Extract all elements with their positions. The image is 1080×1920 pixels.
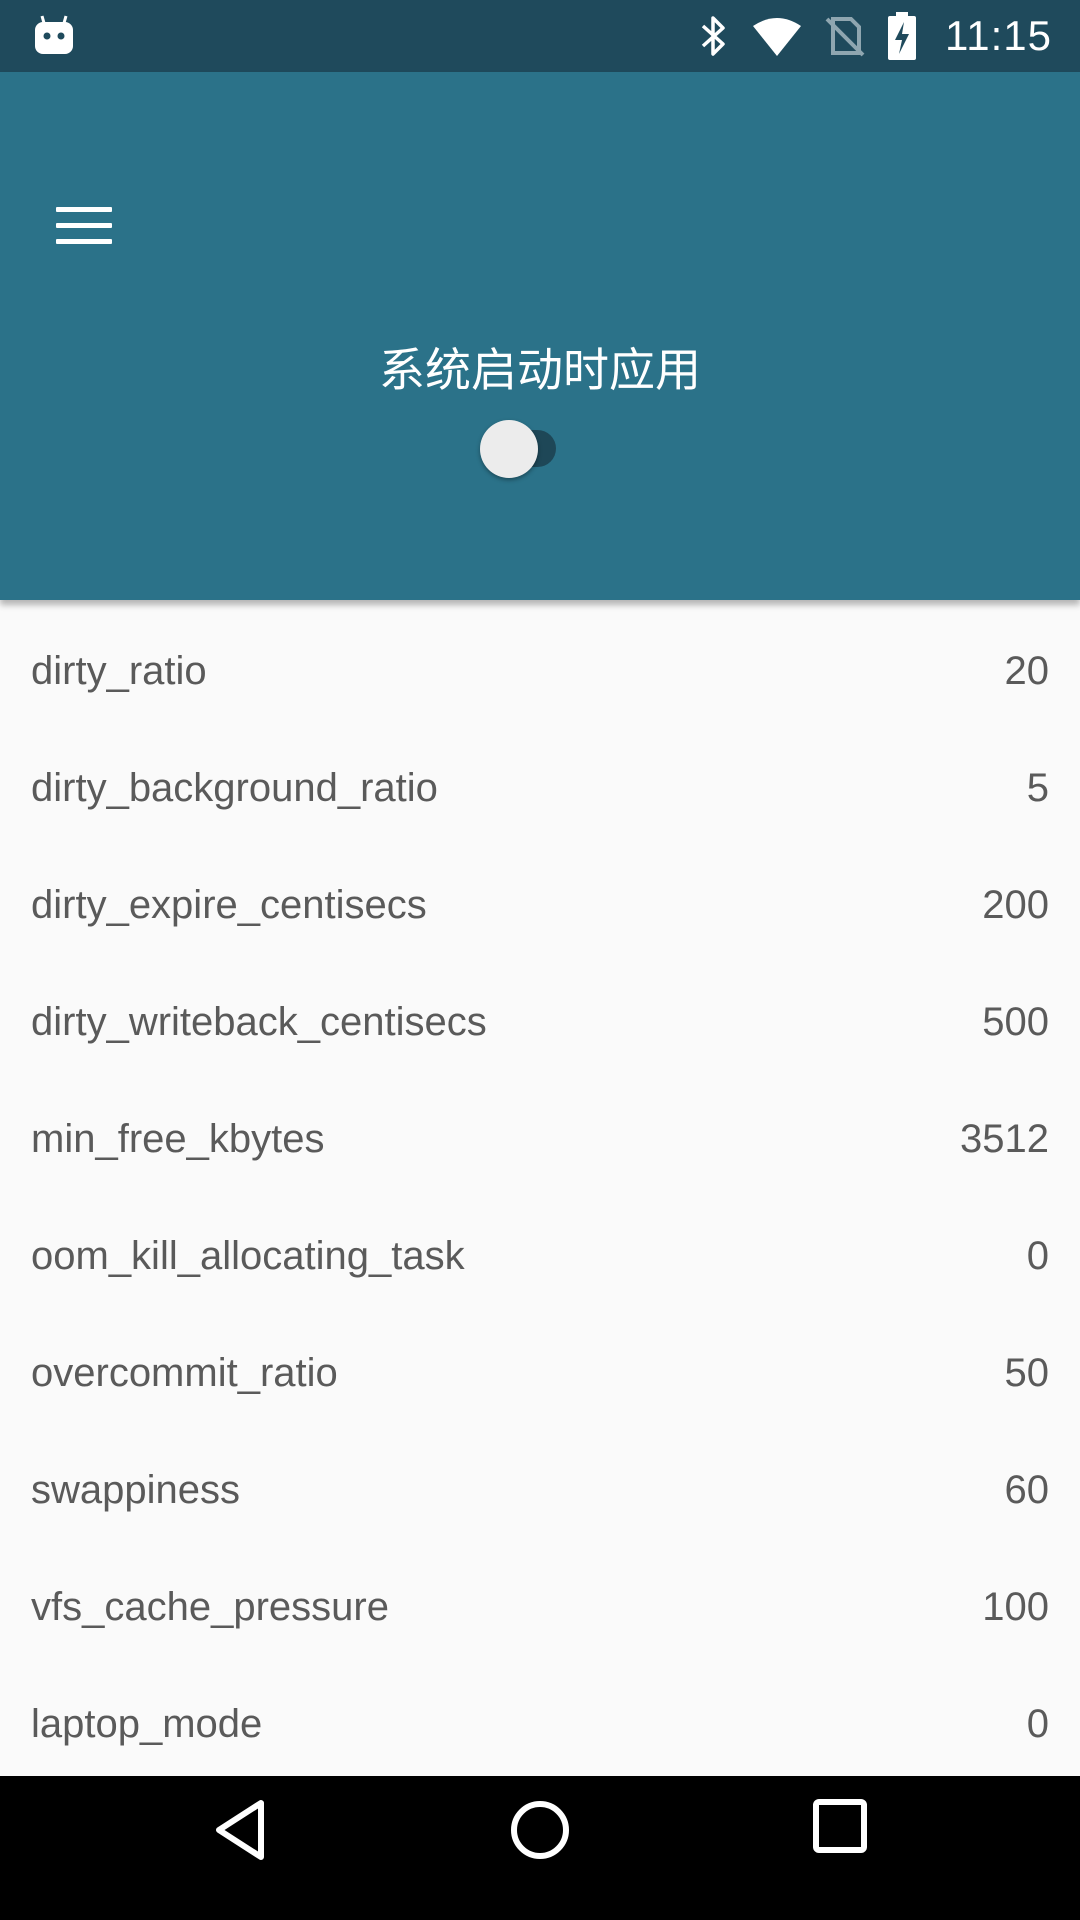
param-name: dirty_expire_centisecs [31, 883, 427, 927]
status-bar: 11:15 [0, 0, 1080, 72]
list-item[interactable]: overcommit_ratio 50 [0, 1315, 1080, 1432]
param-value: 0 [1026, 1234, 1049, 1278]
battery-charging-icon [888, 12, 916, 60]
param-value: 60 [1004, 1468, 1050, 1512]
param-name: oom_kill_allocating_task [31, 1234, 465, 1278]
home-button[interactable] [480, 1798, 600, 1898]
param-name: dirty_writeback_centisecs [31, 1000, 487, 1044]
hamburger-menu-icon-line [56, 207, 112, 212]
list-item[interactable]: min_free_kbytes 3512 [0, 1081, 1080, 1198]
list-item[interactable]: dirty_ratio 20 [0, 613, 1080, 730]
param-name: laptop_mode [31, 1702, 263, 1746]
param-name: vfs_cache_pressure [31, 1585, 389, 1629]
param-name: swappiness [31, 1468, 241, 1512]
list-item[interactable]: dirty_expire_centisecs 200 [0, 847, 1080, 964]
param-value: 20 [1004, 649, 1050, 693]
param-name: min_free_kbytes [31, 1117, 325, 1161]
vm-params-list: dirty_ratio 20 dirty_background_ratio 5 … [0, 600, 1080, 1776]
param-name: dirty_ratio [31, 649, 207, 693]
param-value: 500 [982, 1000, 1049, 1044]
home-icon [511, 1801, 569, 1859]
bluetooth-icon [701, 16, 725, 56]
recents-button[interactable] [780, 1798, 900, 1898]
list-item[interactable]: laptop_mode 0 [0, 1666, 1080, 1776]
back-button[interactable] [181, 1798, 301, 1898]
list-item[interactable]: vfs_cache_pressure 100 [0, 1549, 1080, 1666]
back-icon [216, 1800, 264, 1860]
recents-icon [813, 1799, 867, 1853]
apply-on-boot-toggle[interactable] [480, 410, 576, 478]
param-value: 0 [1026, 1702, 1049, 1746]
navigation-bar [0, 1776, 1080, 1920]
menu-button[interactable] [36, 182, 132, 272]
param-name: overcommit_ratio [31, 1351, 338, 1395]
hamburger-menu-icon-line [56, 223, 112, 228]
system-status-icons: 11:15 [699, 0, 1052, 72]
list-item[interactable]: oom_kill_allocating_task 0 [0, 1198, 1080, 1315]
param-value: 200 [982, 883, 1049, 927]
wifi-icon [753, 18, 801, 56]
param-value: 50 [1004, 1351, 1050, 1395]
clock: 11:15 [945, 12, 1052, 59]
list-item[interactable]: dirty_writeback_centisecs 500 [0, 964, 1080, 1081]
no-sim-icon [825, 17, 865, 57]
toggle-thumb [480, 420, 538, 478]
param-name: dirty_background_ratio [31, 766, 438, 810]
header: 系统启动时应用 [0, 72, 1080, 600]
param-value: 3512 [960, 1117, 1049, 1161]
apply-on-boot-label: 系统启动时应用 [379, 343, 701, 397]
android-app-icon [34, 14, 74, 61]
param-value: 100 [982, 1585, 1049, 1629]
list-item[interactable]: swappiness 60 [0, 1432, 1080, 1549]
param-value: 5 [1026, 766, 1049, 810]
hamburger-menu-icon-line [56, 239, 112, 244]
list-item[interactable]: dirty_background_ratio 5 [0, 730, 1080, 847]
